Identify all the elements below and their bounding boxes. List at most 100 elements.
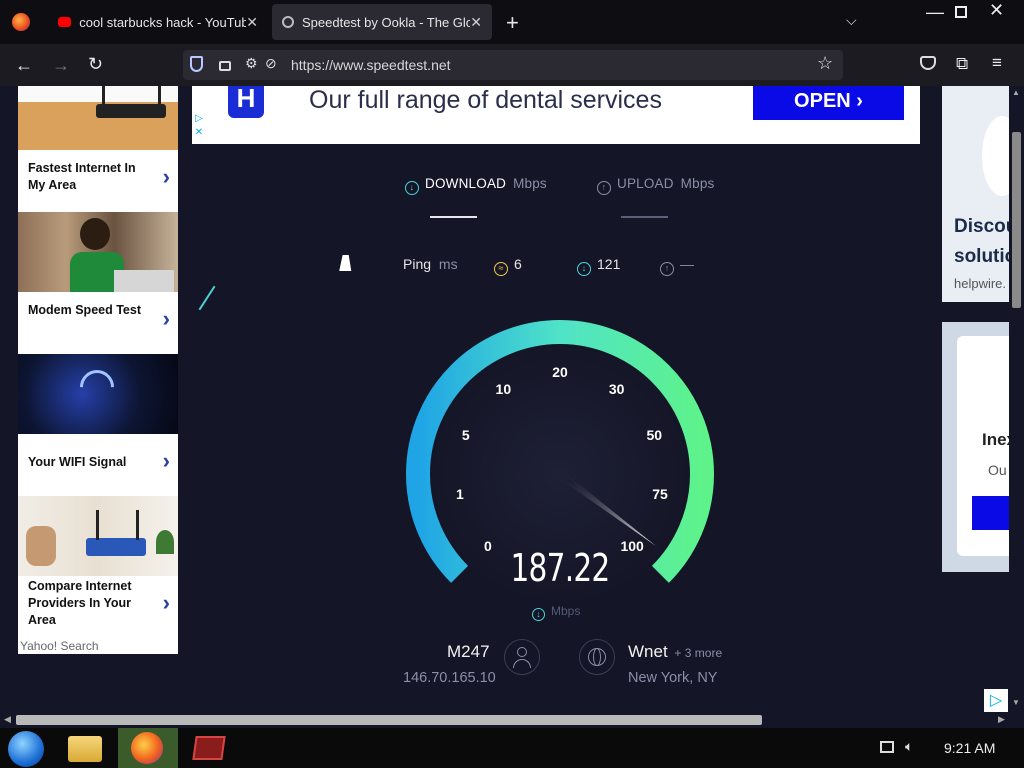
left-ad-column: Fastest Internet In My Area › Modem Spee… (18, 86, 178, 654)
chevron-right-icon: › (162, 164, 170, 189)
tab-title: cool starbucks hack - YouTube (79, 14, 247, 30)
horizontal-scrollbar[interactable]: ◀ ▶ (0, 712, 1024, 728)
start-button-icon[interactable] (8, 731, 44, 767)
ad-title: Discou (954, 216, 1009, 237)
ad-label: Compare Internet Providers In Your Area (28, 579, 132, 627)
bookmark-star-icon[interactable]: ☆ (817, 53, 833, 74)
upload-label: UPLOAD (617, 176, 674, 191)
ad-title: solutio (954, 246, 1009, 267)
download-ping-stat: ↓ 121 (577, 256, 620, 276)
taskbar: 🔈︎ 9:21 AM (0, 728, 1024, 768)
close-window-button[interactable]: ✕ (989, 0, 1004, 21)
back-icon[interactable]: ← (15, 56, 33, 74)
firefox-menu-icon[interactable] (12, 13, 30, 31)
wifi-phone-image (18, 354, 178, 434)
download-unit: Mbps (513, 176, 547, 191)
mouse-cursor-icon (339, 255, 355, 271)
scroll-right-icon[interactable]: ▶ (998, 714, 1005, 725)
upload-ping-value: — (680, 256, 694, 272)
host-ip: 146.70.165.10 (403, 670, 496, 686)
ad-item[interactable]: Your WIFI Signal › (18, 354, 178, 496)
restore-button[interactable] (955, 6, 967, 18)
upload-ping-stat: ↑ — (660, 256, 694, 276)
speedtest-icon (282, 16, 294, 28)
volume-icon[interactable]: 🔈︎ (905, 738, 913, 755)
youtube-icon (58, 17, 72, 27)
menu-icon[interactable]: ≡ (992, 54, 1002, 71)
globe-icon[interactable] (579, 639, 615, 675)
gauge-tick-label: 50 (646, 427, 662, 443)
ad-label: Your WIFI Signal (28, 455, 127, 469)
horizontal-scroll-thumb[interactable] (16, 715, 762, 725)
chevron-right-icon: › (162, 448, 170, 473)
isp-name[interactable]: Wnet + 3 more (628, 642, 722, 662)
upload-arrow-icon: ↑ (660, 262, 674, 276)
upload-unit: Mbps (680, 176, 715, 191)
scroll-up-icon[interactable]: ▲ (1012, 88, 1020, 97)
close-icon[interactable]: ✕ (470, 14, 482, 31)
ad-item[interactable]: Fastest Internet In My Area › (18, 86, 178, 212)
banner-headline: Our full range of dental services (309, 86, 662, 114)
ad-item[interactable]: Compare Internet Providers In Your Area … (18, 496, 178, 638)
extensions-icon[interactable]: ⧉ (956, 55, 968, 72)
tab-upload[interactable]: ↑ UPLOAD Mbps (597, 176, 714, 195)
app-icon[interactable] (192, 736, 226, 760)
ad-button[interactable] (972, 496, 1009, 530)
right-ad-top[interactable]: Discou solutio helpwire. (942, 86, 1009, 302)
gauge-tick-label: 10 (496, 381, 512, 397)
network-icon[interactable] (880, 741, 894, 753)
vertical-scroll-thumb[interactable] (1012, 132, 1021, 308)
ad-item[interactable]: Modem Speed Test › (18, 212, 178, 354)
dental-logo: H (228, 86, 264, 118)
ad-label: Modem Speed Test (28, 303, 141, 317)
ping-value: 6 (514, 256, 522, 272)
shield-icon[interactable] (190, 56, 203, 72)
isp-more-link[interactable]: + 3 more (674, 646, 722, 660)
file-manager-icon[interactable] (68, 736, 102, 762)
permissions-icon[interactable]: ⚙ (245, 55, 258, 72)
tab-speedtest[interactable]: Speedtest by Ookla - The Globa ✕ (272, 4, 492, 40)
tracking-off-icon[interactable]: ⊘ (265, 55, 277, 72)
tab-title: Speedtest by Ookla - The Globa (302, 14, 470, 30)
chevron-right-icon: › (162, 306, 170, 331)
download-label: DOWNLOAD (425, 176, 507, 191)
speed-unit-label: Mbps (551, 604, 581, 618)
vertical-scrollbar[interactable]: ▲ ▼ (1009, 86, 1024, 712)
gauge-tick-label: 75 (652, 486, 668, 502)
person-laptop-image (18, 212, 178, 292)
speed-value: 187.22 (510, 546, 610, 590)
tab-download[interactable]: ↓ DOWNLOAD Mbps (405, 176, 547, 195)
url-bar[interactable]: ⚙ ⊘ ☆ (183, 50, 843, 80)
tab-youtube[interactable]: cool starbucks hack - YouTube ✕ (48, 4, 268, 40)
minimize-button[interactable]: — (926, 2, 944, 23)
open-button[interactable]: OPEN › (753, 86, 904, 120)
scroll-down-icon[interactable]: ▼ (1012, 698, 1020, 707)
close-icon[interactable]: ✕ (246, 14, 258, 31)
download-arrow-icon: ↓ (532, 608, 545, 621)
firefox-icon[interactable] (131, 732, 163, 764)
new-tab-button[interactable]: + (506, 10, 519, 36)
banner-ad[interactable]: H Our full range of dental services OPEN… (192, 86, 920, 144)
ad-domain: helpwire. (954, 276, 1007, 291)
adchoices-icon[interactable]: ▷ ✕ (192, 112, 206, 140)
isp-name-label: Wnet (628, 642, 668, 661)
lock-icon[interactable] (219, 61, 231, 71)
accent-line (198, 285, 216, 311)
tab-bar: cool starbucks hack - YouTube ✕ Speedtes… (0, 0, 1024, 44)
speed-unit: ↓ Mbps (532, 604, 580, 621)
scroll-left-icon[interactable]: ◀ (4, 714, 11, 725)
ping-icon: ≈ (494, 262, 508, 276)
right-ad-bottom[interactable]: Inex Ou (942, 322, 1009, 572)
list-tabs-icon[interactable]: ⌵ (846, 12, 857, 29)
clock[interactable]: 9:21 AM (944, 740, 995, 756)
chevron-right-icon: › (162, 590, 170, 615)
yahoo-search-label[interactable]: Yahoo! Search (20, 639, 99, 653)
host-name[interactable]: M247 (447, 642, 490, 662)
upload-arrow-icon: ↑ (597, 181, 611, 195)
forward-icon[interactable]: → (52, 56, 70, 74)
user-icon[interactable] (504, 639, 540, 675)
url-text[interactable]: https://www.speedtest.net (291, 57, 451, 73)
ad-subtitle: Ou (988, 462, 1007, 478)
adchoices-icon[interactable]: ▷ (984, 689, 1008, 712)
reload-icon[interactable]: ↻ (88, 55, 103, 73)
